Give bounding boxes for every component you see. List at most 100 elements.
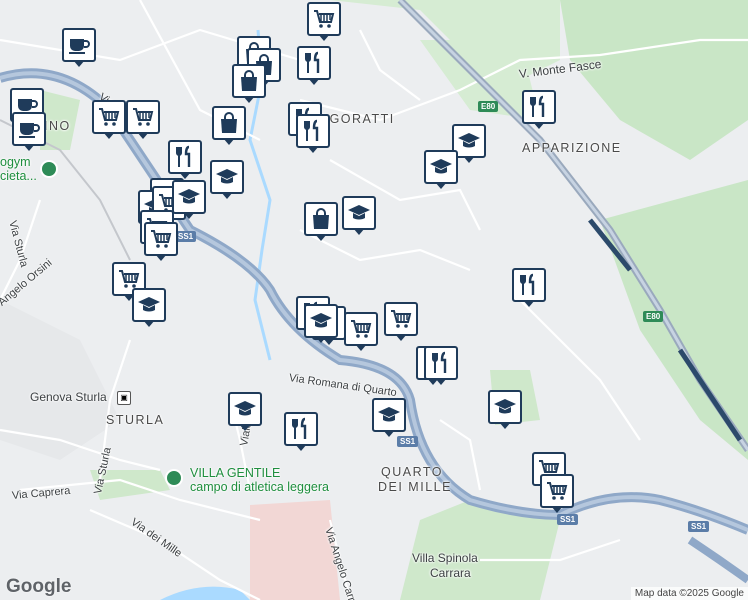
grocery-icon xyxy=(126,100,160,134)
grocery-icon xyxy=(344,312,378,346)
google-logo: Google xyxy=(6,576,72,597)
school-icon xyxy=(172,180,206,214)
cafe-icon xyxy=(62,28,96,62)
shopping-icon xyxy=(304,202,338,236)
marker-tail xyxy=(499,422,511,429)
marker-tail xyxy=(315,234,327,241)
highway-shield: E80 xyxy=(478,101,499,112)
train-station-icon[interactable]: ▣ xyxy=(117,391,131,405)
marker-tail xyxy=(243,96,255,103)
marker-tail xyxy=(435,378,447,385)
marker-tail xyxy=(239,424,251,431)
gym-poi-icon[interactable] xyxy=(40,160,58,178)
place-label: QUARTO xyxy=(381,465,444,479)
school-marker[interactable] xyxy=(210,160,244,200)
school-icon xyxy=(488,390,522,424)
grocery-icon xyxy=(92,100,126,134)
cafe-marker[interactable] xyxy=(62,28,96,68)
grocery-marker[interactable] xyxy=(344,312,378,352)
marker-tail xyxy=(533,122,545,129)
restaurant-icon xyxy=(168,140,202,174)
cafe-icon xyxy=(12,112,46,146)
highway-shield: SS1 xyxy=(557,514,579,525)
cafe-marker[interactable] xyxy=(12,112,46,152)
marker-tail xyxy=(103,132,115,139)
school-marker[interactable] xyxy=(342,196,376,236)
restaurant-marker[interactable] xyxy=(424,346,458,386)
marker-tail xyxy=(307,146,319,153)
marker-tail xyxy=(23,144,35,151)
school-marker[interactable] xyxy=(488,390,522,430)
shopping-marker[interactable] xyxy=(232,64,266,104)
poi-label: cieta... xyxy=(0,169,37,183)
restaurant-marker[interactable] xyxy=(284,412,318,452)
restaurant-icon xyxy=(522,90,556,124)
shopping-marker[interactable] xyxy=(304,202,338,242)
marker-tail xyxy=(463,156,475,163)
marker-tail xyxy=(551,506,563,513)
marker-tail xyxy=(295,444,307,451)
poi-label: ogym xyxy=(0,155,31,169)
school-marker[interactable] xyxy=(228,392,262,432)
grocery-icon xyxy=(384,302,418,336)
highway-shield: SS1 xyxy=(688,521,710,532)
restaurant-marker[interactable] xyxy=(168,140,202,180)
school-icon xyxy=(342,196,376,230)
grocery-marker[interactable] xyxy=(540,474,574,514)
school-marker[interactable] xyxy=(304,304,338,344)
map-attribution[interactable]: Map data ©2025 Google xyxy=(630,587,748,600)
grocery-marker[interactable] xyxy=(144,222,178,262)
school-marker[interactable] xyxy=(424,150,458,190)
marker-tail xyxy=(315,336,327,343)
school-icon xyxy=(424,150,458,184)
park-poi-icon[interactable] xyxy=(165,469,183,487)
restaurant-marker[interactable] xyxy=(512,268,546,308)
poi-label: campo di atletica leggera xyxy=(190,480,329,494)
marker-tail xyxy=(183,212,195,219)
place-label: INO xyxy=(44,119,71,133)
place-label: APPARIZIONE xyxy=(522,141,622,155)
school-marker[interactable] xyxy=(372,398,406,438)
poi-label: VILLA GENTILE xyxy=(190,466,281,480)
marker-tail xyxy=(383,430,395,437)
grocery-marker[interactable] xyxy=(92,100,126,140)
shopping-icon xyxy=(212,106,246,140)
marker-tail xyxy=(223,138,235,145)
grocery-marker[interactable] xyxy=(126,100,160,140)
restaurant-icon xyxy=(296,114,330,148)
marker-tail xyxy=(308,78,320,85)
restaurant-marker[interactable] xyxy=(296,114,330,154)
restaurant-icon xyxy=(512,268,546,302)
poi-label: Carrara xyxy=(430,566,471,580)
school-icon xyxy=(210,160,244,194)
shopping-icon xyxy=(232,64,266,98)
highway-shield: E80 xyxy=(643,311,664,322)
restaurant-icon xyxy=(284,412,318,446)
marker-tail xyxy=(137,132,149,139)
grocery-icon xyxy=(307,2,341,36)
restaurant-icon xyxy=(297,46,331,80)
marker-tail xyxy=(318,34,330,41)
marker-tail xyxy=(221,192,233,199)
marker-tail xyxy=(73,60,85,67)
marker-tail xyxy=(435,182,447,189)
restaurant-marker[interactable] xyxy=(522,90,556,130)
map-canvas[interactable]: APPARIZIONE BORGORATTI STURLA QUARTO DEI… xyxy=(0,0,748,600)
grocery-marker[interactable] xyxy=(307,2,341,42)
marker-tail xyxy=(143,320,155,327)
highway-shield: SS1 xyxy=(175,231,197,242)
grocery-marker[interactable] xyxy=(384,302,418,342)
grocery-icon xyxy=(144,222,178,256)
poi-label: Villa Spinola xyxy=(412,551,478,565)
school-marker[interactable] xyxy=(132,288,166,328)
school-icon xyxy=(132,288,166,322)
place-label: DEI MILLE xyxy=(378,480,452,494)
school-icon xyxy=(228,392,262,426)
shopping-marker[interactable] xyxy=(212,106,246,146)
school-marker[interactable] xyxy=(172,180,206,220)
school-icon xyxy=(372,398,406,432)
restaurant-icon xyxy=(424,346,458,380)
poi-label: Genova Sturla xyxy=(30,390,107,404)
restaurant-marker[interactable] xyxy=(297,46,331,86)
marker-tail xyxy=(395,334,407,341)
